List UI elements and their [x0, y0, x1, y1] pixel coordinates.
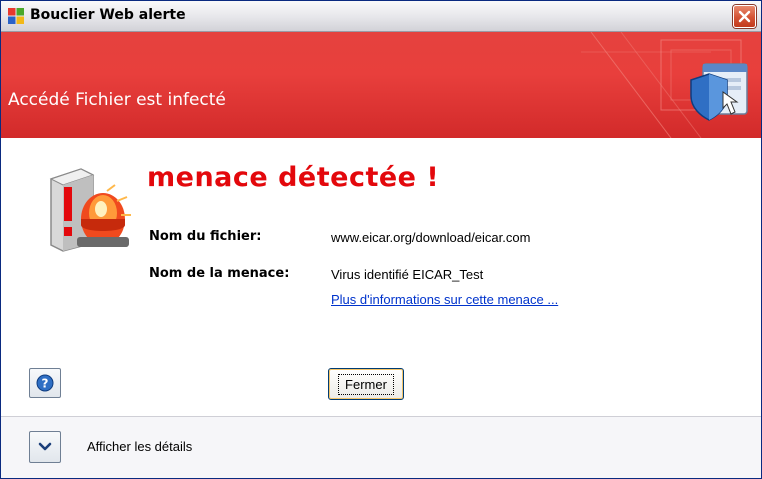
details-footer: Afficher les détails [1, 416, 761, 478]
threat-heading: menace détectée ! [147, 162, 440, 193]
close-dialog-button[interactable]: Fermer [328, 368, 404, 400]
show-details-button[interactable] [29, 431, 61, 463]
alarm-beacon-icon [49, 168, 131, 252]
app-icon [8, 8, 24, 24]
file-name-label: Nom du fichier: [149, 229, 262, 244]
help-icon: ? [36, 374, 54, 392]
window-title: Bouclier Web alerte [30, 7, 186, 23]
show-details-label[interactable]: Afficher les détails [87, 439, 192, 454]
banner-title: Accédé Fichier est infecté [8, 90, 226, 110]
close-dialog-label: Fermer [338, 373, 394, 395]
close-button[interactable] [733, 5, 756, 28]
file-name-value: www.eicar.org/download/eicar.com [331, 230, 531, 245]
shield-browser-icon [690, 63, 748, 121]
chevron-down-icon [38, 442, 52, 451]
threat-name-label: Nom de la menace: [149, 266, 290, 281]
svg-text:?: ? [42, 377, 49, 391]
help-button[interactable]: ? [29, 368, 61, 398]
alert-banner: Accédé Fichier est infecté [1, 32, 761, 138]
threat-name-value: Virus identifié EICAR_Test [331, 267, 484, 282]
more-info-link[interactable]: Plus d'informations sur cette menace ... [331, 292, 558, 307]
close-icon [738, 10, 751, 23]
alert-content: menace détectée ! Nom du fichier: www.ei… [1, 139, 761, 416]
title-bar[interactable]: Bouclier Web alerte [1, 1, 761, 32]
alert-window: Bouclier Web alerte Accédé Fichier est i… [0, 0, 762, 479]
